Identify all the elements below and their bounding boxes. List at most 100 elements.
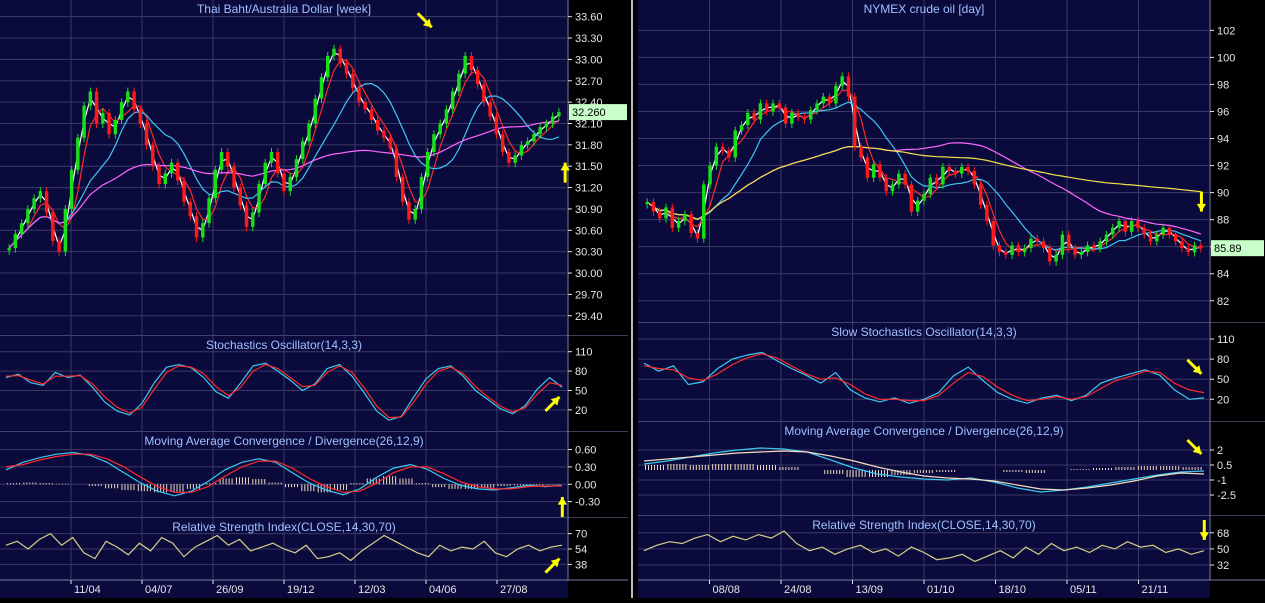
candle-body [513,155,517,163]
y-tick-label: 92 [1217,161,1229,173]
candle-body [991,220,995,246]
candle-body [201,223,205,238]
candle-body [676,220,681,228]
candle-body [953,170,958,174]
candle-body [651,202,656,212]
last-price-label: 85.89 [1214,243,1242,255]
candle-body [157,166,161,185]
candle-body [394,148,399,177]
pane-title: Moving Average Convergence / Divergence(… [144,434,423,448]
candle-body [38,191,43,199]
candle-body [13,233,18,249]
candle-body [1016,245,1021,253]
y-tick-label: -0.30 [575,497,600,509]
candle-body [276,151,280,174]
pane-title: Moving Average Convergence / Divergence(… [784,424,1063,438]
candle-body [915,200,920,212]
candle-body [1104,234,1109,242]
candle-body [689,214,693,234]
candle-body [32,198,36,209]
candle-body [363,102,367,110]
candle-body [388,137,392,149]
candle-body [827,96,832,104]
candle-body [897,173,901,185]
candle-body [301,141,305,160]
candle-body [903,173,907,185]
candle-body [144,123,149,145]
y-tick-label: 100 [1217,52,1235,64]
y-tick-label: 31.20 [575,183,603,195]
candle-body [884,177,888,192]
y-tick-label: 80 [1217,354,1229,366]
candle-body [194,216,199,238]
y-tick-label: 20 [1217,394,1229,406]
y-tick-label: 50 [575,385,587,397]
candle-body [425,151,430,177]
candle-body [771,103,775,112]
candle-body [369,109,374,120]
y-tick-label: -2.5 [1217,490,1236,502]
candle-body [188,201,193,217]
candle-body [1142,227,1146,235]
candle-body [1123,220,1128,232]
candle-body [1066,234,1071,249]
candle-body [1004,252,1008,255]
candle-body [169,162,174,174]
candle-body [538,127,542,135]
candle-body [263,162,267,185]
candle-body [871,164,876,178]
candle-body [251,212,255,227]
y-tick-label: 88 [1217,215,1229,227]
y-tick-label: 0.00 [575,479,596,491]
candle-body [338,48,342,63]
y-tick-label: 33.00 [575,54,603,66]
candle-body [344,62,349,74]
candle-body [219,151,224,170]
candle-body [419,176,424,209]
price-pane: 33.6033.3033.0032.7032.4032.1031.8031.50… [0,0,628,337]
candle-body [525,141,530,145]
candle-body [985,204,989,221]
candle-body [834,85,838,104]
candle-body [326,55,330,78]
candle-body [1186,248,1190,253]
rsi2-pane: 68 50 32 Relative Strength Index(CLOSE,14,3… [638,516,1265,581]
candle-body [733,130,737,158]
candle-body [997,245,1002,253]
candle-body [846,76,851,97]
candle-body [928,177,933,194]
candle-body [475,70,480,85]
candle-body [463,55,467,74]
candle-body [213,169,217,199]
candle-body [76,137,80,170]
candle-body [557,112,561,117]
candle-body [126,91,130,103]
candle-body [739,124,744,131]
candle-body [708,165,712,185]
x-tick-label: 18/10 [999,584,1027,596]
candle-body [664,207,668,219]
candle-body [695,233,700,239]
candle-body [450,91,455,110]
candle-body [457,73,461,92]
candle-body [400,176,405,202]
y-tick-label: 38 [575,559,587,571]
candle-body [670,207,675,228]
y-tick-label: 0.5 [1217,460,1232,472]
x-tick-label: 04/06 [429,584,457,596]
candle-body [941,166,945,185]
candle-body [351,73,355,88]
candle-body [1022,248,1027,253]
candle-body [438,123,442,135]
candle-body [500,134,505,152]
candle-body [1148,234,1153,242]
candle-body [138,109,143,124]
candle-body [802,116,807,120]
candle-body [244,205,249,227]
x-tick-label: 08/08 [713,584,741,596]
candle-body [1085,245,1090,253]
candle-body [1098,241,1102,249]
candle-body [752,112,756,120]
x-tick-label: 05/11 [1070,584,1097,596]
candle-body [382,130,386,138]
